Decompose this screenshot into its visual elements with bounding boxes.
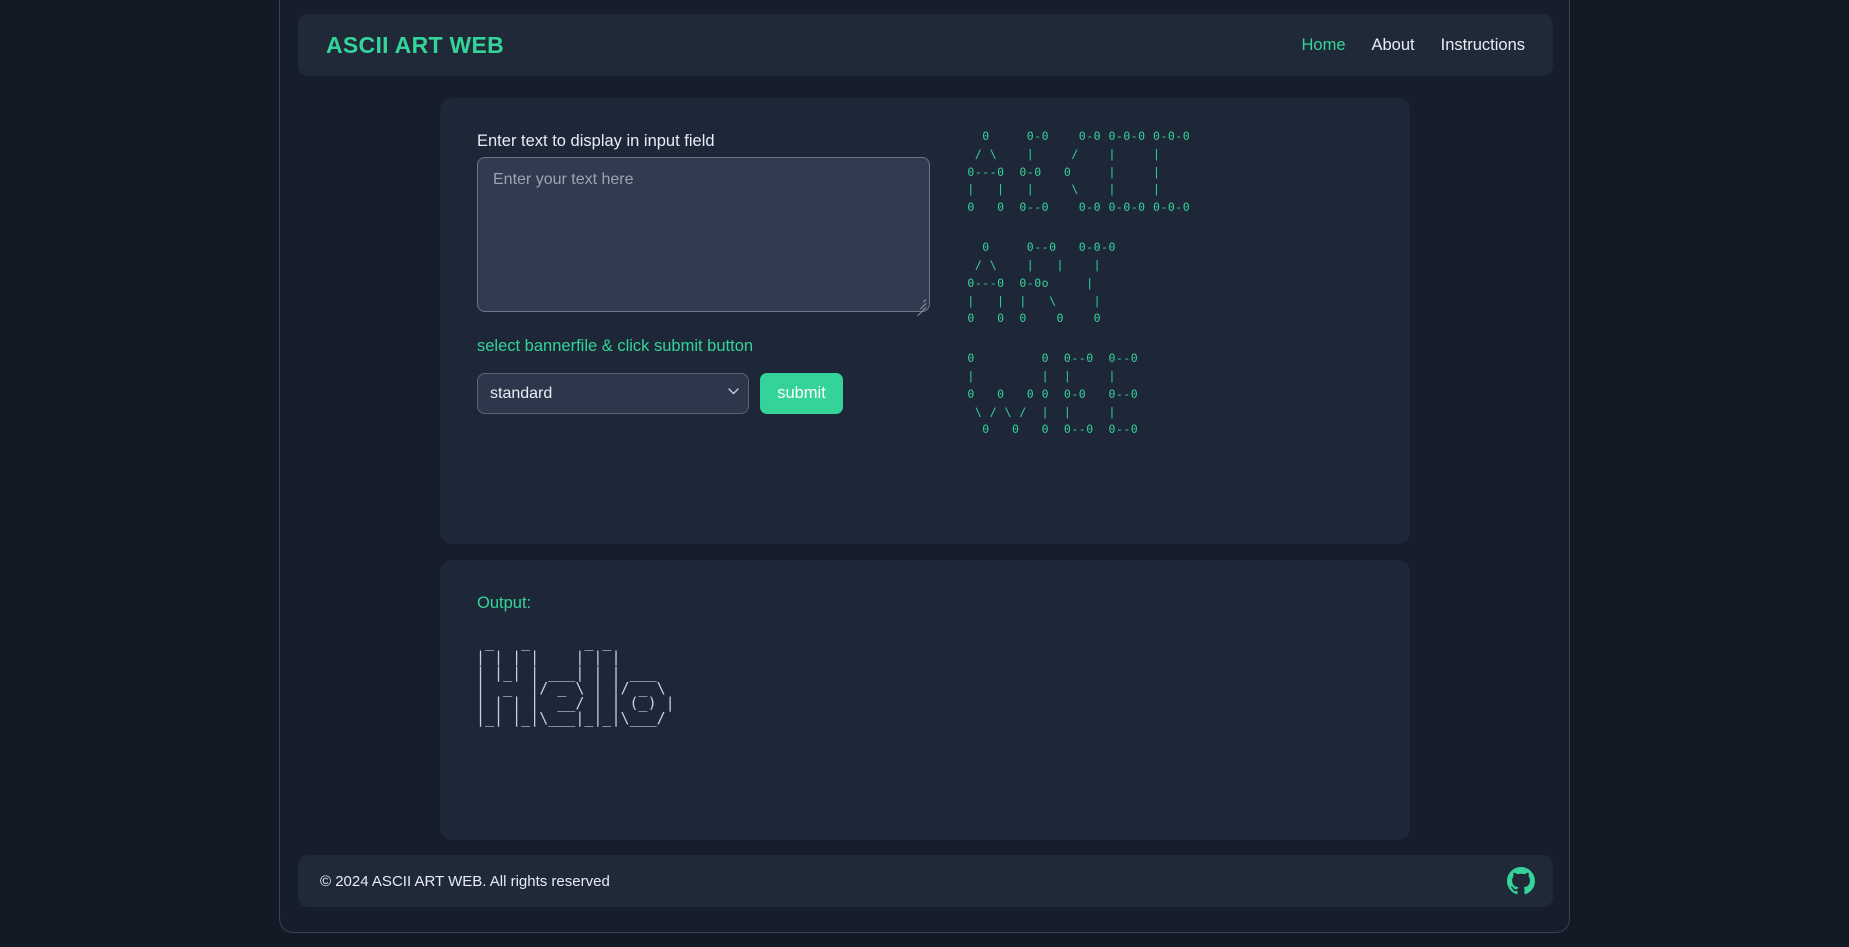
- bannerfile-label: select bannerfile & click submit button: [477, 337, 754, 355]
- nav-link-about[interactable]: About: [1372, 36, 1415, 55]
- output-ascii-art: _ _ _ _ | | | | | | | | |_| | ___| | | _…: [476, 633, 675, 728]
- text-input[interactable]: [477, 157, 930, 312]
- input-label: Enter text to display in input field: [477, 132, 715, 150]
- github-icon: [1507, 867, 1535, 895]
- copyright-text: © 2024 ASCII ART WEB. All rights reserve…: [320, 872, 610, 890]
- output-card: Output: _ _ _ _ | | | | | | | | |_| | __…: [440, 560, 1410, 840]
- banner-preview: 0 0-0 0-0 0-0-0 0-0-0 / \ | / | | 0---0 …: [960, 128, 1380, 508]
- app-shell: ASCII ART WEB Home About Instructions En…: [279, 0, 1570, 933]
- brand-title: ASCII ART WEB: [326, 31, 505, 58]
- github-link[interactable]: [1507, 867, 1535, 895]
- nav-link-instructions[interactable]: Instructions: [1441, 36, 1525, 55]
- banner-art-ascii: 0 0-0 0-0 0-0-0 0-0-0 / \ | / | | 0---0 …: [967, 129, 1191, 215]
- output-label: Output:: [477, 594, 532, 612]
- nav-link-home[interactable]: Home: [1301, 36, 1345, 55]
- banner-art-web: 0 0 0--0 0--0 | | | | 0 0 0 0 0-0 0--0 \…: [967, 351, 1139, 437]
- bannerfile-select[interactable]: standard shadow thinkertoy: [477, 373, 749, 414]
- form-card: Enter text to display in input field sel…: [440, 98, 1410, 544]
- site-footer: © 2024 ASCII ART WEB. All rights reserve…: [298, 855, 1553, 907]
- main-nav: Home About Instructions: [1301, 36, 1525, 55]
- site-header: ASCII ART WEB Home About Instructions: [298, 14, 1553, 76]
- submit-button[interactable]: submit: [760, 373, 843, 414]
- banner-art-art: 0 0--0 0-0-0 / \ | | | 0---0 0-0o | | | …: [967, 240, 1116, 326]
